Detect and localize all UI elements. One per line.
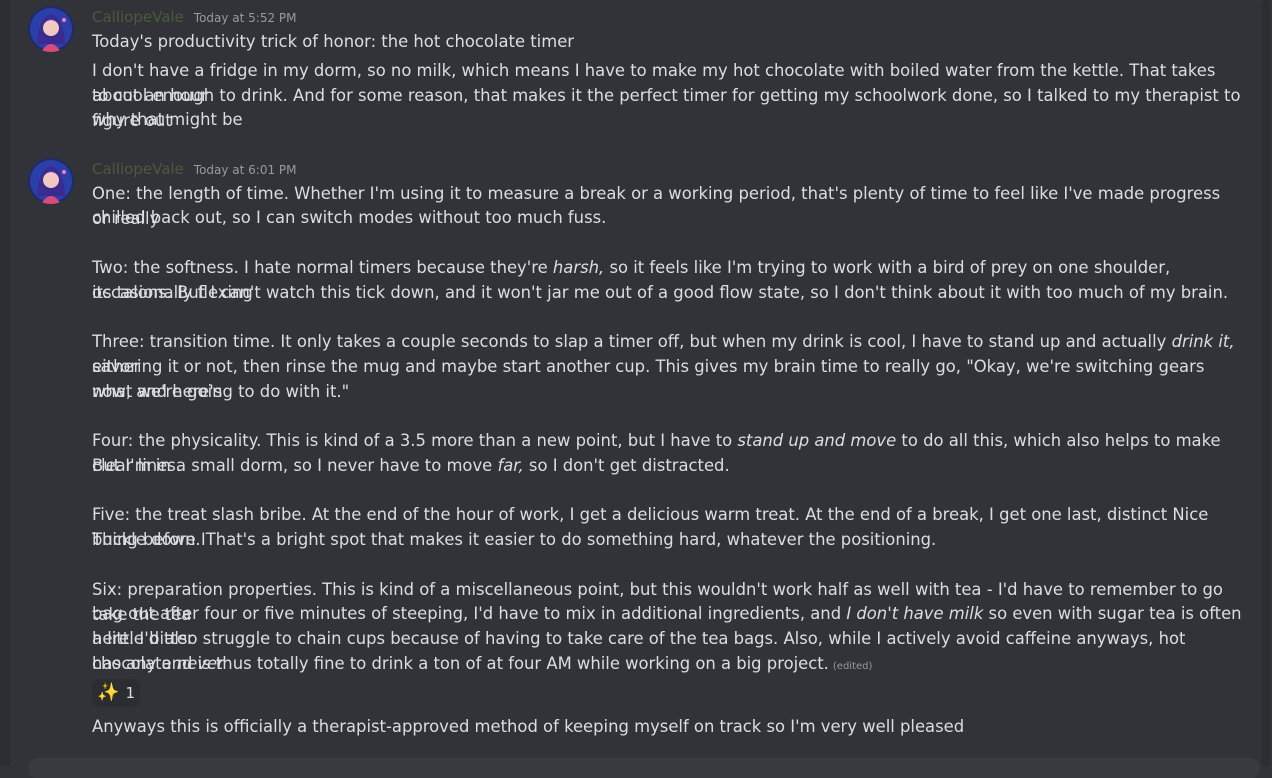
text-run: has any and is thus totally fine to drin… xyxy=(92,654,829,673)
left-edge-strip xyxy=(0,0,10,766)
message-line: buckle down. That's a bright spot that m… xyxy=(92,530,937,549)
message-line: has any and is thus totally fine to drin… xyxy=(92,652,1242,680)
message-line: Anyways this is officially a therapist-a… xyxy=(92,717,965,736)
reaction-button[interactable]: ✨ 1 xyxy=(92,679,140,707)
timestamp[interactable]: Today at 6:01 PM xyxy=(194,163,297,177)
edited-label[interactable]: (edited) xyxy=(833,661,873,672)
message-composer[interactable] xyxy=(28,758,1260,778)
text-run: Four: the physicality. This is kind of a… xyxy=(92,431,738,450)
reaction-count: 1 xyxy=(125,684,135,702)
avatar-image xyxy=(28,158,74,204)
message-line: chilled back out, so I can switch modes … xyxy=(92,208,607,227)
username[interactable]: CalliopeVale xyxy=(92,160,184,178)
message-line: what we're going to do with it." xyxy=(92,382,350,401)
text-run: Three: transition time. It only takes a … xyxy=(92,332,1172,351)
avatar-image xyxy=(28,6,74,52)
italic-text: stand up and move xyxy=(737,431,897,450)
message-header: CalliopeVale Today at 6:01 PM xyxy=(92,160,297,178)
avatar[interactable] xyxy=(28,6,74,52)
text-run: so I don't get distracted. xyxy=(523,456,730,475)
italic-text: far, xyxy=(497,456,524,475)
italic-text: drink it, xyxy=(1171,332,1235,351)
italic-text: harsh, xyxy=(552,258,605,277)
timestamp[interactable]: Today at 5:52 PM xyxy=(194,11,297,25)
scrollbar-track[interactable] xyxy=(1262,0,1270,766)
message-line: its talons. But I can't watch this tick … xyxy=(92,283,1229,302)
message-line: why that might be xyxy=(92,110,243,129)
sparkles-icon: ✨ xyxy=(97,682,120,703)
message-line: But I'm in a small dorm, so I never have… xyxy=(92,454,1242,479)
message-title: Today's productivity trick of honor: the… xyxy=(92,32,575,51)
italic-text: I don't have milk xyxy=(846,604,984,623)
text-run: But I'm in a small dorm, so I never have… xyxy=(92,456,498,475)
avatar[interactable] xyxy=(28,158,74,204)
text-run: Two: the softness. I hate normal timers … xyxy=(92,258,553,277)
text-run: bag out after four or five minutes of st… xyxy=(92,604,847,623)
username[interactable]: CalliopeVale xyxy=(92,8,184,26)
message-header: CalliopeVale Today at 5:52 PM xyxy=(92,8,297,26)
